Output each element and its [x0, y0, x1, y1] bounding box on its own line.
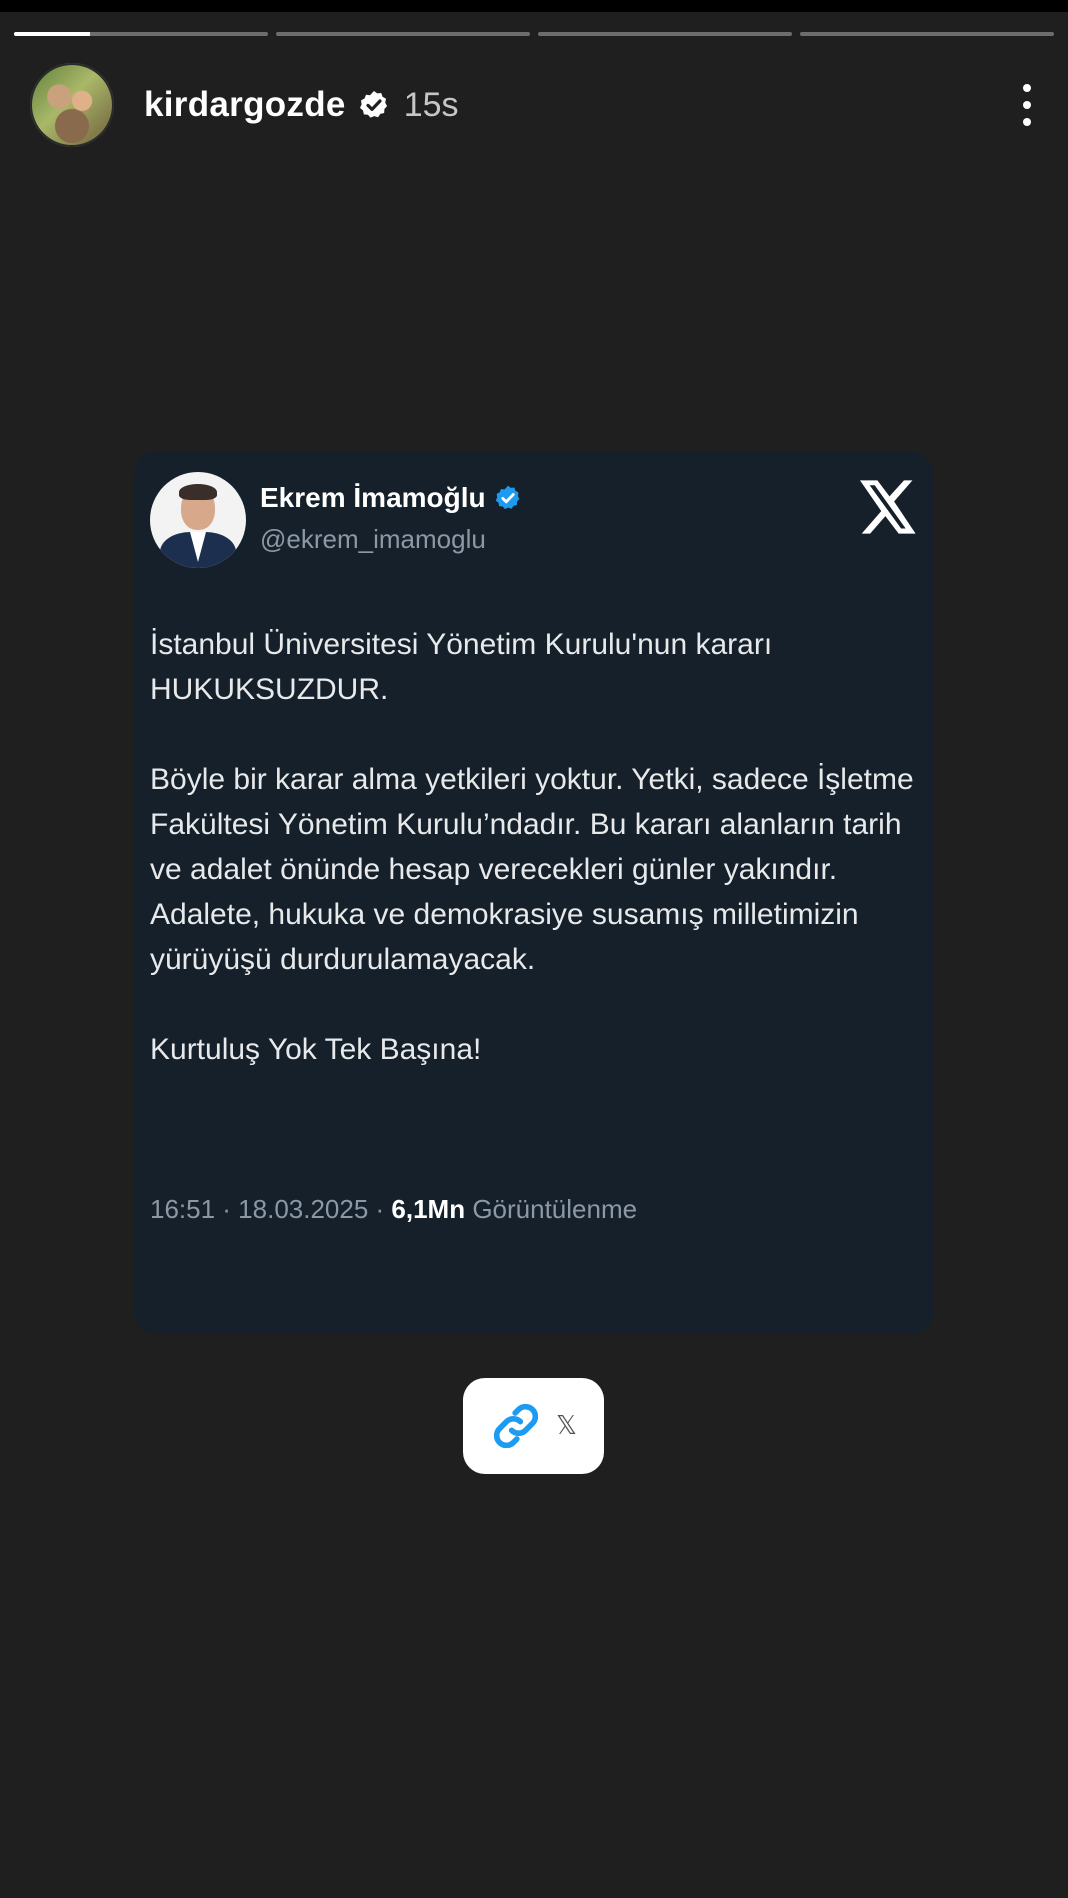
- more-vertical-icon[interactable]: [1012, 80, 1042, 130]
- verified-badge-icon: [359, 91, 387, 118]
- story-header: kirdargozde 15s: [30, 62, 1048, 148]
- tweet-paragraph: İstanbul Üniversitesi Yönetim Kurulu'nun…: [150, 628, 773, 706]
- verified-badge-icon: [495, 485, 520, 510]
- story-progress: [14, 32, 1054, 36]
- link-icon: [493, 1403, 539, 1449]
- story-time: 15s: [403, 85, 459, 124]
- link-sticker[interactable]: 𝕏: [463, 1378, 604, 1474]
- username[interactable]: kirdargozde: [144, 85, 346, 125]
- more-dot: [1023, 84, 1031, 92]
- progress-segment: [538, 32, 792, 36]
- status-strip: [0, 0, 1068, 12]
- link-sticker-label: 𝕏: [556, 1411, 577, 1441]
- tweet-card[interactable]: Ekrem İmamoğlu @ekrem_imamoglu İstanbul …: [134, 452, 934, 1334]
- tweet-time-date: 16:51 · 18.03.2025 ·: [150, 1194, 392, 1224]
- avatar-hair: [179, 484, 217, 500]
- tweet-author-name: Ekrem İmamoğlu: [260, 482, 522, 514]
- tweet-avatar: [150, 472, 246, 568]
- x-logo-icon: [860, 480, 916, 534]
- tweet-meta: 16:51 · 18.03.2025 · 6,1Mn Görüntülenme: [150, 1194, 637, 1225]
- tweet-paragraph: Kurtuluş Yok Tek Başına!: [150, 1033, 482, 1066]
- tweet-views-label: Görüntülenme: [465, 1194, 638, 1224]
- tweet-paragraph: Böyle bir karar alma yetkileri yoktur. Y…: [150, 763, 914, 976]
- progress-segment: [276, 32, 530, 36]
- progress-segment: [14, 32, 268, 36]
- progress-segment: [800, 32, 1054, 36]
- tweet-author-handle: @ekrem_imamoglu: [260, 524, 486, 554]
- tweet-views-count: 6,1Mn: [391, 1194, 466, 1224]
- tweet-body: İstanbul Üniversitesi Yönetim Kurulu'nun…: [150, 622, 920, 1072]
- avatar[interactable]: [30, 63, 114, 147]
- more-dot: [1023, 101, 1031, 109]
- tweet-author-name-text: Ekrem İmamoğlu: [260, 482, 486, 513]
- progress-fill: [14, 32, 91, 36]
- more-dot: [1023, 118, 1031, 126]
